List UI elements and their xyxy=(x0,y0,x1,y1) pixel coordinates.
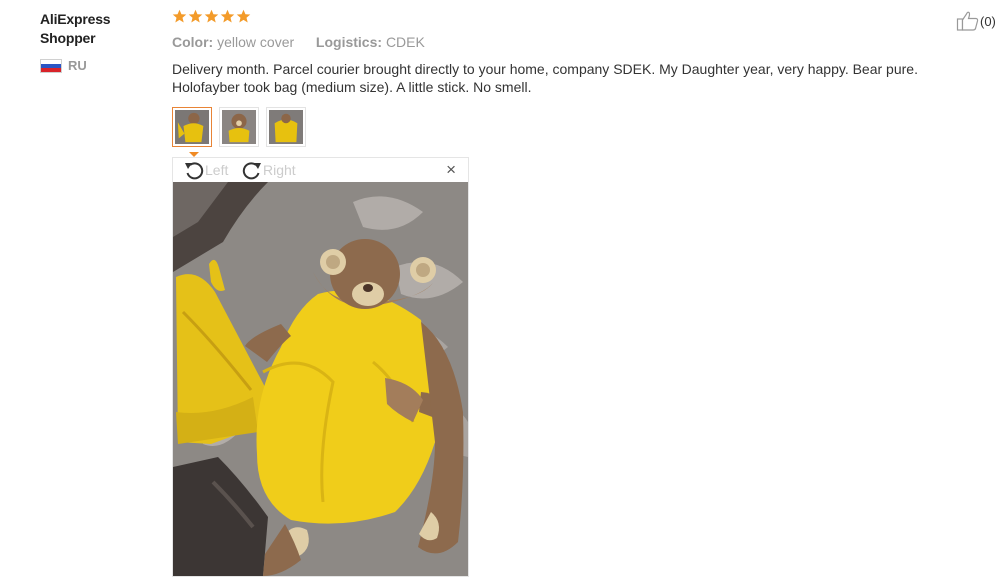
helpful-count: (0) xyxy=(980,13,996,29)
rotate-right-button[interactable]: Right xyxy=(241,160,296,180)
star-icon xyxy=(188,9,203,23)
logistics-label: Logistics: xyxy=(315,34,383,50)
russia-flag-icon xyxy=(40,58,62,73)
close-button[interactable]: × xyxy=(446,161,456,178)
color-label: Color: xyxy=(172,34,214,50)
thumbnail-image xyxy=(175,110,209,144)
rotate-left-label: Left xyxy=(205,162,229,178)
photo-thumbnail[interactable] xyxy=(172,107,212,147)
viewer-toolbar: Left Right × xyxy=(173,158,468,182)
thumbnail-image xyxy=(269,110,303,144)
thumbnail-image xyxy=(222,110,256,144)
review-meta: Color: yellow cover Logistics: CDEK xyxy=(172,34,425,50)
star-icon xyxy=(172,9,187,23)
star-rating xyxy=(172,9,251,24)
bear-costume-photo xyxy=(173,182,468,576)
review-photo xyxy=(173,182,468,576)
review-text: Delivery month. Parcel courier brought d… xyxy=(172,61,918,95)
photo-viewer: Left Right × xyxy=(172,157,469,577)
review-author: AliExpress Shopper xyxy=(40,11,111,46)
color-value: yellow cover xyxy=(217,34,295,50)
star-icon xyxy=(220,9,235,23)
rotate-right-icon xyxy=(242,162,261,180)
photo-thumbnail[interactable] xyxy=(266,107,306,147)
rotate-left-icon xyxy=(185,162,204,180)
review-country: RU xyxy=(40,58,87,73)
country-code: RU xyxy=(68,58,87,73)
rotate-right-label: Right xyxy=(263,162,296,178)
photo-thumbnails xyxy=(172,107,306,147)
star-icon xyxy=(204,9,219,23)
star-icon xyxy=(236,9,251,23)
rotate-left-button[interactable]: Left xyxy=(183,160,228,180)
logistics-value: CDEK xyxy=(385,34,425,50)
thumbs-up-icon xyxy=(956,11,979,31)
photo-thumbnail[interactable] xyxy=(219,107,259,147)
helpful-button[interactable]: (0) xyxy=(956,10,996,32)
